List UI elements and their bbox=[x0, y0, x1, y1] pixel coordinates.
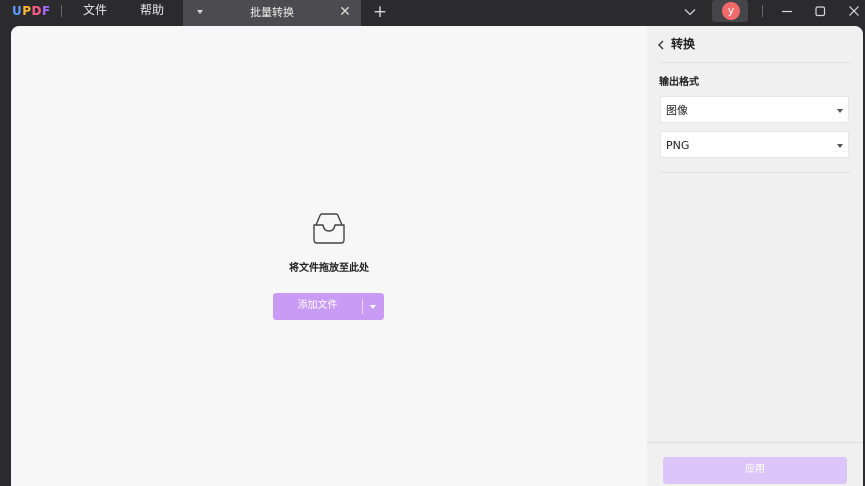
inbox-tray-icon bbox=[313, 213, 345, 244]
convert-panel: 转换 输出格式 图像 PNG 应用 bbox=[647, 26, 863, 486]
window-controls-separator bbox=[762, 5, 763, 17]
logo-letter-u: U bbox=[12, 4, 23, 18]
output-format-label: 输出格式 bbox=[659, 77, 699, 88]
apply-button[interactable]: 应用 bbox=[663, 457, 847, 484]
minimize-icon[interactable] bbox=[779, 3, 795, 19]
chevron-left-icon[interactable] bbox=[656, 40, 666, 50]
close-icon[interactable] bbox=[846, 3, 862, 19]
chevron-down-icon bbox=[837, 144, 843, 148]
file-drop-area[interactable]: 将文件拖放至此处 添加文件 bbox=[11, 26, 647, 486]
maximize-icon[interactable] bbox=[812, 3, 828, 19]
drop-hint-text: 将文件拖放至此处 bbox=[289, 263, 369, 274]
panel-footer-divider bbox=[647, 442, 863, 443]
add-file-label: 添加文件 bbox=[297, 300, 338, 311]
panel-divider bbox=[659, 172, 851, 173]
user-avatar-button[interactable]: y bbox=[712, 0, 748, 22]
panel-title: 转换 bbox=[671, 37, 696, 51]
menu-help[interactable]: 帮助 bbox=[140, 3, 164, 17]
title-bar: UPDF 文件 帮助 批量转换 ✕ + y bbox=[0, 0, 865, 26]
add-file-divider bbox=[362, 299, 363, 314]
tab-batch-convert[interactable]: 批量转换 ✕ bbox=[183, 0, 361, 26]
logo-letter-d: D bbox=[31, 4, 43, 18]
logo-letter-p: P bbox=[22, 4, 32, 18]
title-separator bbox=[61, 5, 62, 17]
tabs-dropdown-chevron-icon[interactable] bbox=[683, 5, 697, 19]
panel-divider bbox=[659, 62, 851, 63]
tab-close-icon[interactable]: ✕ bbox=[338, 5, 352, 19]
apply-label: 应用 bbox=[745, 464, 765, 475]
add-file-button[interactable]: 添加文件 bbox=[273, 293, 384, 320]
chevron-down-icon bbox=[837, 109, 843, 113]
format-select[interactable]: 图像 bbox=[660, 96, 849, 123]
subformat-select[interactable]: PNG bbox=[660, 131, 849, 158]
menu-file[interactable]: 文件 bbox=[83, 3, 107, 17]
updf-logo: UPDF bbox=[12, 4, 51, 18]
format-select-value: 图像 bbox=[666, 104, 688, 117]
subformat-select-value: PNG bbox=[666, 139, 690, 152]
tab-title: 批量转换 bbox=[250, 6, 294, 19]
add-file-dropdown-icon[interactable] bbox=[370, 305, 376, 309]
logo-letter-f: F bbox=[42, 4, 51, 18]
new-tab-plus-icon[interactable]: + bbox=[372, 4, 388, 21]
avatar: y bbox=[722, 2, 740, 20]
